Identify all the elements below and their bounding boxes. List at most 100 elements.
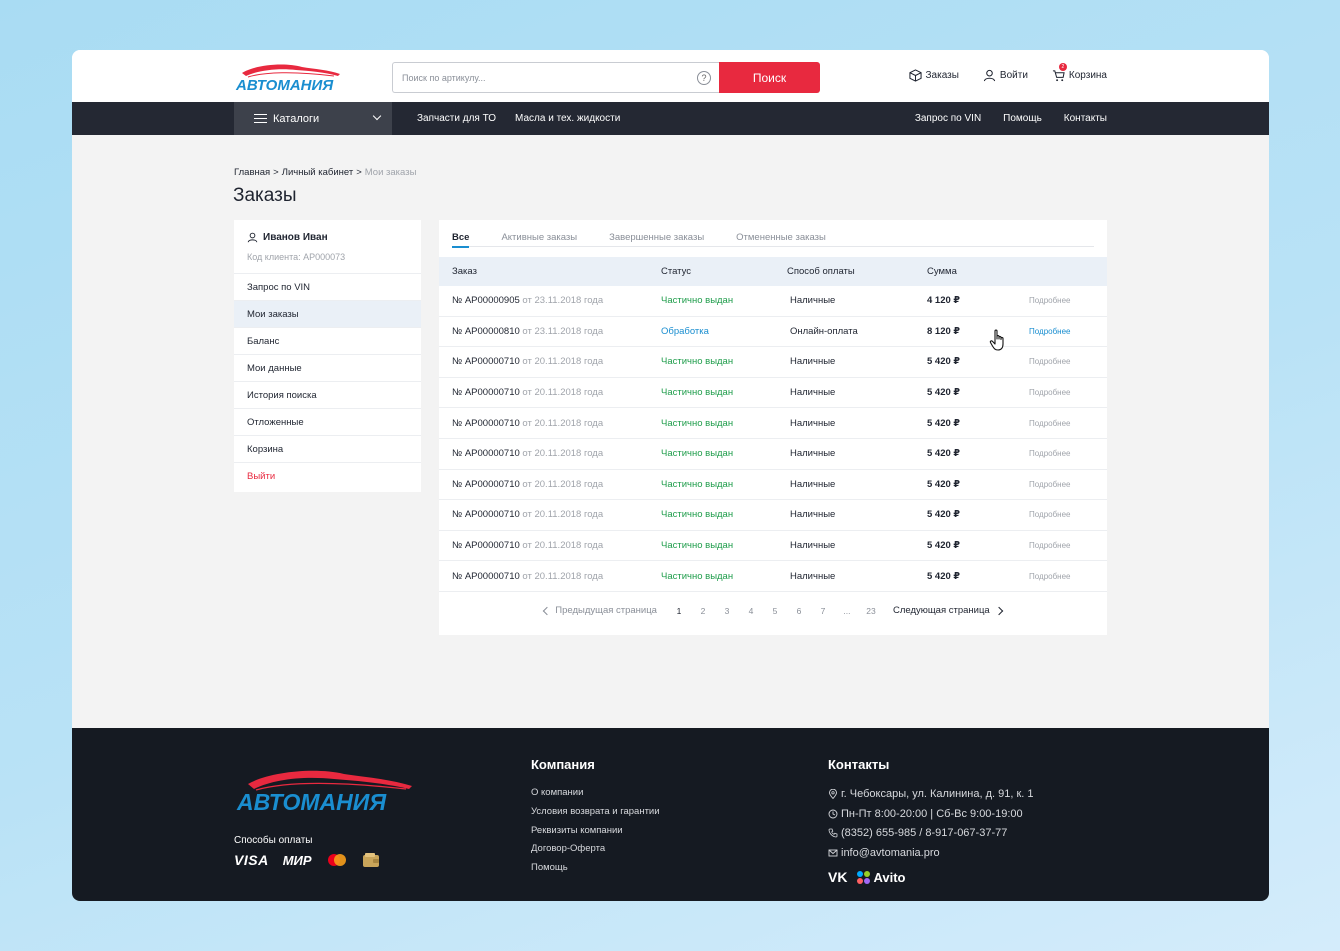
footer-logo[interactable]: АВТОМАНИЯ [234, 764, 415, 814]
help-icon[interactable]: ? [697, 71, 711, 85]
wallet-icon [362, 853, 379, 867]
order-number[interactable]: № АР00000810 [452, 326, 520, 337]
tab-cancelled[interactable]: Отмененные заказы [736, 232, 826, 247]
nav-link-vin-request[interactable]: Запрос по VIN [915, 113, 981, 124]
order-cell: № АР00000710 от 20.11.2018 года [452, 540, 603, 551]
next-page-button[interactable]: Следующая страница [892, 605, 1003, 616]
order-number[interactable]: № АР00000710 [452, 387, 520, 398]
table-row[interactable]: № АР00000905 от 23.11.2018 года Частично … [439, 286, 1107, 317]
order-number[interactable]: № АР00000710 [452, 540, 520, 551]
sidebar-item-logout[interactable]: Выйти [234, 463, 421, 490]
box-icon [908, 69, 922, 82]
hours-text: Пн-Пт 8:00-20:00 | Сб-Вс 9:00-19:00 [841, 807, 1023, 820]
payment-method: Наличные [790, 295, 836, 307]
sidebar-item-balance[interactable]: Баланс [234, 328, 421, 355]
user-name-row: Иванов Иван [247, 232, 421, 243]
sidebar-item-vin-request[interactable]: Запрос по VIN [234, 274, 421, 301]
footer-link-about[interactable]: О компании [531, 787, 660, 806]
orders-panel: Все Активные заказы Завершенные заказы О… [439, 220, 1107, 635]
order-cell: № АР00000710 от 20.11.2018 года [452, 479, 603, 490]
nav-link-contacts[interactable]: Контакты [1064, 113, 1107, 124]
page-title: Заказы [233, 185, 297, 206]
table-row[interactable]: № АР00000710 от 20.11.2018 года Частично … [439, 500, 1107, 531]
tab-all[interactable]: Все [452, 232, 470, 248]
details-link[interactable]: Подробнее [1029, 572, 1071, 581]
avito-link[interactable]: Avito [857, 870, 905, 885]
order-sum: 5 420 ₽ [927, 570, 961, 582]
phone-icon [828, 829, 838, 838]
catalog-dropdown-button[interactable]: Каталоги [234, 102, 392, 135]
login-link[interactable]: Войти [983, 69, 1028, 82]
search-input[interactable] [393, 63, 719, 92]
order-status: Частично выдан [661, 509, 734, 521]
order-date: от 20.11.2018 года [522, 570, 604, 582]
footer-link-help[interactable]: Помощь [531, 862, 660, 881]
order-date: от 20.11.2018 года [522, 387, 604, 399]
order-number[interactable]: № АР00000710 [452, 356, 520, 367]
payment-method: Наличные [790, 417, 836, 429]
details-link[interactable]: Подробнее [1029, 419, 1071, 428]
breadcrumb: Главная > Личный кабинет > Мои заказы [234, 167, 416, 178]
page-number[interactable]: 3 [715, 606, 739, 616]
order-sum: 5 420 ₽ [927, 387, 961, 399]
nav-link-help[interactable]: Помощь [1003, 113, 1042, 124]
order-number[interactable]: № АР00000905 [452, 295, 520, 306]
page-number[interactable]: 4 [739, 606, 763, 616]
page-number[interactable]: 7 [811, 606, 835, 616]
order-date: от 20.11.2018 года [522, 448, 604, 460]
order-number[interactable]: № АР00000710 [452, 571, 520, 582]
page-number[interactable]: 23 [859, 606, 883, 616]
details-link[interactable]: Подробнее [1029, 449, 1071, 458]
tab-active[interactable]: Активные заказы [501, 232, 577, 247]
vk-link[interactable]: VK [828, 869, 847, 885]
footer-link-returns[interactable]: Условия возврата и гарантии [531, 806, 660, 825]
page-number[interactable]: 1 [667, 606, 691, 616]
main-nav: Каталоги Запчасти для ТО Масла и тех. жи… [72, 102, 1269, 135]
pagination: Предыдущая страница 1 2 3 4 5 6 7... 23 Следующ… [439, 605, 1107, 616]
tab-completed[interactable]: Завершенные заказы [609, 232, 704, 247]
sidebar-item-search-history[interactable]: История поиска [234, 382, 421, 409]
details-link[interactable]: Подробнее [1029, 327, 1071, 336]
details-link[interactable]: Подробнее [1029, 510, 1071, 519]
phone-text[interactable]: (8352) 655-985 / 8-917-067-37-77 [841, 827, 1007, 839]
social-links: VK Avito [828, 869, 1034, 885]
nav-link-oils[interactable]: Масла и тех. жидкости [515, 113, 620, 124]
sidebar-item-my-data[interactable]: Мои данные [234, 355, 421, 382]
table-row[interactable]: № АР00000710 от 20.11.2018 года Частично … [439, 470, 1107, 501]
details-link[interactable]: Подробнее [1029, 541, 1071, 550]
page-number[interactable]: 6 [787, 606, 811, 616]
order-number[interactable]: № АР00000710 [452, 448, 520, 459]
order-number[interactable]: № АР00000710 [452, 509, 520, 520]
details-link[interactable]: Подробнее [1029, 480, 1071, 489]
nav-link-maintenance-parts[interactable]: Запчасти для ТО [417, 113, 496, 124]
site-logo[interactable]: АВТОМАНИЯ [234, 60, 346, 92]
details-link[interactable]: Подробнее [1029, 357, 1071, 366]
page-numbers: 1 2 3 4 5 6 7... 23 [667, 606, 883, 616]
details-link[interactable]: Подробнее [1029, 388, 1071, 397]
search-button[interactable]: Поиск [719, 62, 820, 93]
table-row[interactable]: № АР00000710 от 20.11.2018 года Частично … [439, 378, 1107, 409]
cart-link[interactable]: 2 Корзина [1052, 63, 1107, 82]
email-text[interactable]: info@avtomania.pro [841, 847, 940, 859]
table-row[interactable]: № АР00000710 от 20.11.2018 года Частично … [439, 531, 1107, 562]
breadcrumb-home[interactable]: Главная [234, 167, 270, 178]
sidebar-item-my-orders[interactable]: Мои заказы [234, 301, 421, 328]
footer-link-offer[interactable]: Договор-Оферта [531, 843, 660, 862]
sidebar-item-cart[interactable]: Корзина [234, 436, 421, 463]
order-number[interactable]: № АР00000710 [452, 418, 520, 429]
table-row[interactable]: № АР00000710 от 20.11.2018 года Частично … [439, 439, 1107, 470]
details-link[interactable]: Подробнее [1029, 296, 1071, 305]
page-number[interactable]: 5 [763, 606, 787, 616]
prev-page-button[interactable]: Предыдущая страница [543, 605, 657, 616]
orders-link[interactable]: Заказы [908, 69, 959, 82]
table-row[interactable]: № АР00000710 от 20.11.2018 года Частично … [439, 408, 1107, 439]
avito-icon [857, 870, 871, 884]
next-page-label: Следующая страница [892, 605, 990, 616]
footer-link-requisites[interactable]: Реквизиты компании [531, 825, 660, 844]
table-row[interactable]: № АР00000710 от 20.11.2018 года Частично … [439, 561, 1107, 592]
order-sum: 4 120 ₽ [927, 295, 961, 307]
page-number[interactable]: 2 [691, 606, 715, 616]
breadcrumb-account[interactable]: Личный кабинет [282, 167, 353, 178]
sidebar-item-deferred[interactable]: Отложенные [234, 409, 421, 436]
order-number[interactable]: № АР00000710 [452, 479, 520, 490]
